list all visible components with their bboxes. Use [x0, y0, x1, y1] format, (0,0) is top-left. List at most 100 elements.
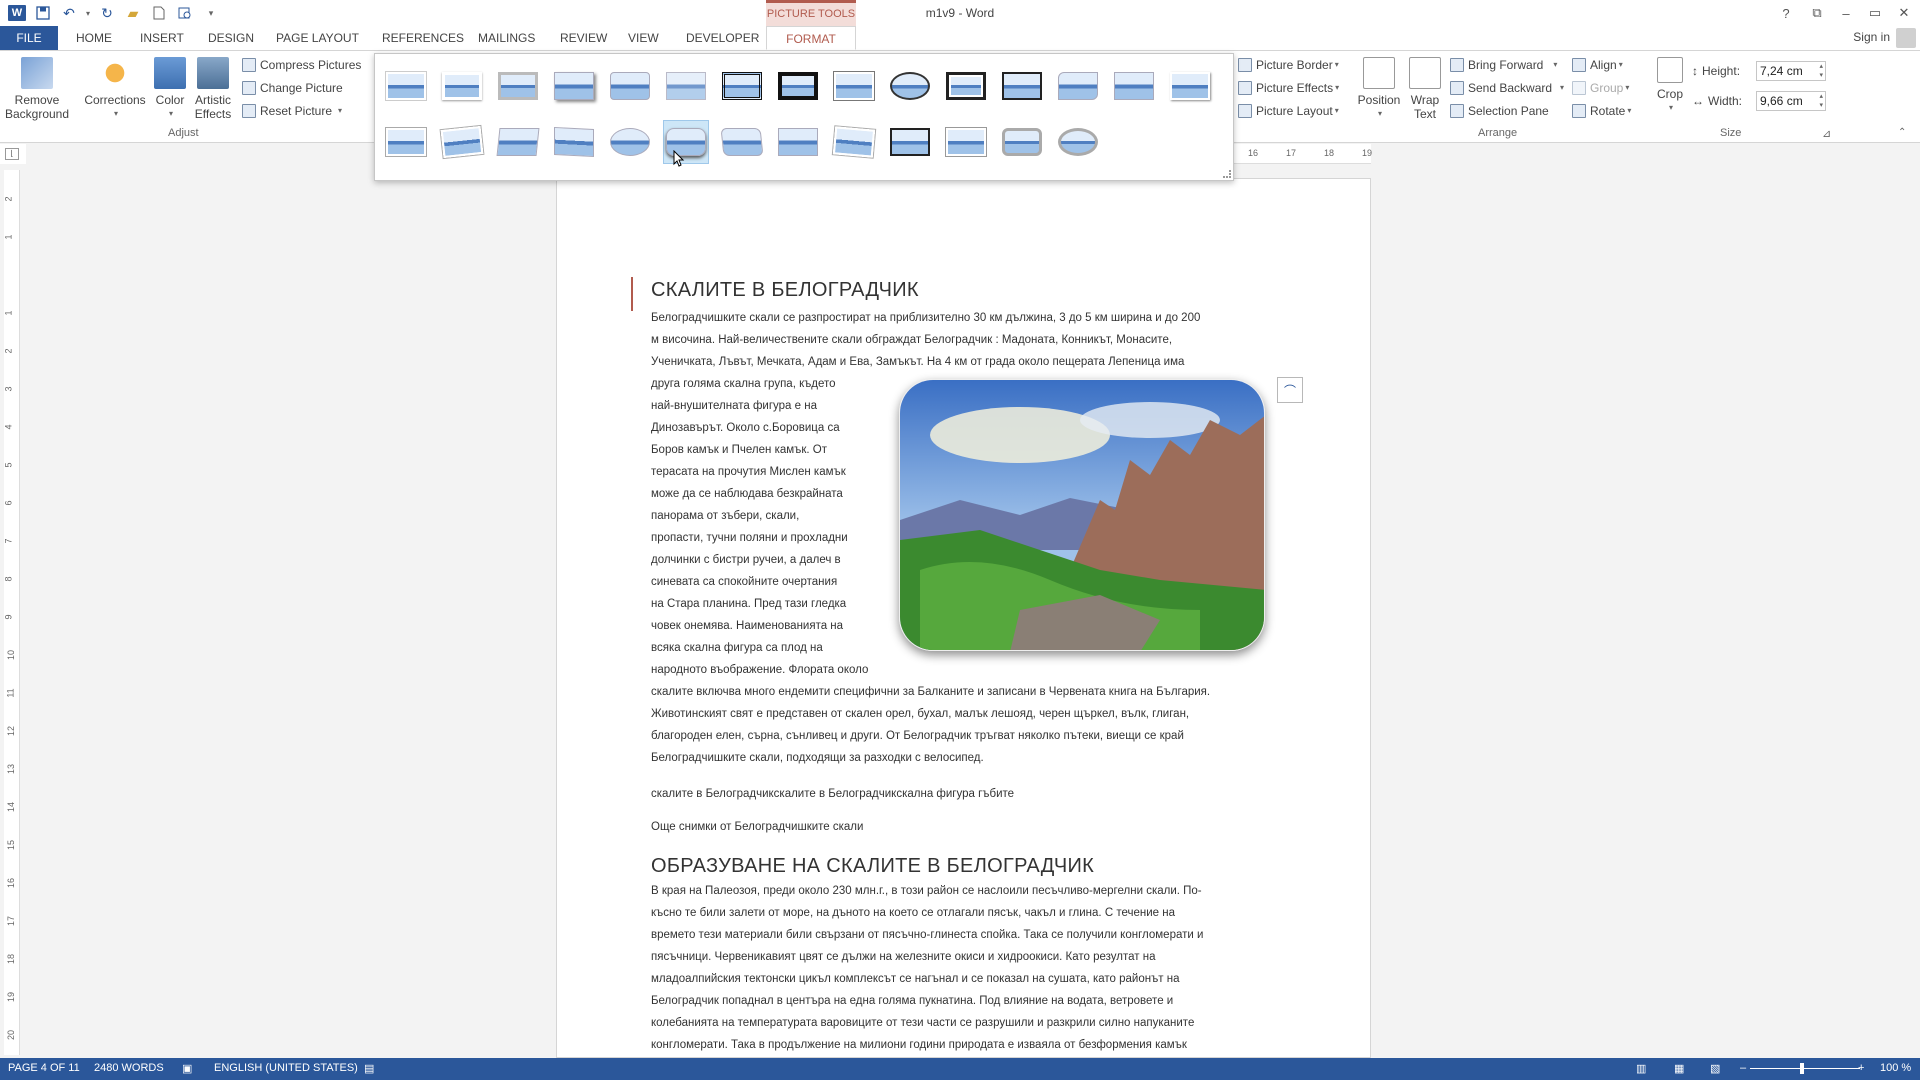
maximize-button[interactable]: ▭ [1861, 2, 1889, 24]
page-count[interactable]: PAGE 4 OF 11 [8, 1062, 80, 1074]
picture-style-reflected-bevel-white[interactable] [775, 120, 821, 164]
help-button[interactable]: ? [1772, 2, 1800, 24]
width-spinner[interactable]: ▴ ▾ [1819, 92, 1823, 110]
picture-style-metal-frame[interactable] [495, 64, 541, 108]
save-icon[interactable] [32, 3, 54, 23]
artistic-effects-button[interactable]: Artistic Effects [190, 57, 236, 121]
zoom-in-button[interactable]: + [1858, 1062, 1864, 1074]
picture-style-relaxed-perspective[interactable] [495, 120, 541, 164]
rotate-button[interactable]: Rotate ▾ [1572, 101, 1631, 121]
tab-insert[interactable]: INSERT [130, 26, 194, 50]
picture-style-perspective-right[interactable] [719, 120, 765, 164]
zoom-out-button[interactable]: – [1740, 1062, 1746, 1074]
picture-style-metal-oval[interactable] [1055, 120, 1101, 164]
height-spinner[interactable]: ▴ ▾ [1819, 62, 1823, 80]
print-preview-icon[interactable] [174, 3, 196, 23]
close-button[interactable]: ✕ [1890, 2, 1918, 24]
picture-border-button[interactable]: Picture Border ▾ [1238, 55, 1339, 75]
change-picture-button[interactable]: Change Picture [242, 78, 343, 98]
picture-style-bevel-rounded-rectangle[interactable] [663, 120, 709, 164]
width-input[interactable]: 9,66 cm ▴ ▾ [1756, 91, 1826, 111]
print-layout-icon[interactable]: ▦ [1674, 1062, 1684, 1075]
tab-format[interactable]: FORMAT [766, 26, 856, 50]
picture-style-soft-edge-oval[interactable] [607, 120, 653, 164]
picture-style-reflected-perspective[interactable] [943, 120, 989, 164]
minimize-button[interactable]: – [1832, 2, 1860, 24]
document-page[interactable]: СКАЛИТЕ В БЕЛОГРАДЧИК Белоградчишките ск… [556, 178, 1371, 1058]
tab-design[interactable]: DESIGN [198, 26, 264, 50]
reset-picture-button[interactable]: Reset Picture ▾ [242, 101, 342, 121]
picture-style-bevel-perspective-left[interactable] [551, 120, 597, 164]
language-indicator[interactable]: ENGLISH (UNITED STATES) [214, 1062, 358, 1074]
remove-background-button[interactable]: Remove Background [4, 57, 70, 121]
avatar[interactable] [1896, 28, 1916, 48]
picture-style-thick-matte-black[interactable] [775, 64, 821, 108]
open-icon[interactable]: ▰ [122, 3, 144, 23]
ribbon-display-options-button[interactable]: ⧉ [1803, 2, 1831, 24]
word-count[interactable]: 2480 WORDS [94, 1062, 164, 1074]
tab-references[interactable]: REFERENCES [372, 26, 474, 50]
bring-forward-button[interactable]: Bring Forward ▾ [1450, 55, 1557, 75]
tab-file[interactable]: FILE [0, 26, 58, 50]
picture-style-moderate-frame[interactable] [1167, 64, 1213, 108]
zoom-level[interactable]: 100 % [1880, 1062, 1911, 1074]
tab-review[interactable]: REVIEW [550, 26, 617, 50]
group-button[interactable]: Group ▾ [1572, 78, 1629, 98]
undo-dropdown-icon[interactable]: ▾ [84, 3, 92, 23]
web-layout-icon[interactable]: ▧ [1710, 1062, 1720, 1075]
picture-style-reflected-bevel-black[interactable] [887, 120, 933, 164]
picture-style-beveled-matte-white[interactable] [439, 64, 485, 108]
zoom-slider-thumb[interactable] [1800, 1063, 1804, 1074]
size-dialog-launcher-icon[interactable]: ⊿ [1822, 127, 1831, 140]
selection-pane-button[interactable]: Selection Pane [1450, 101, 1549, 121]
position-button[interactable]: Position ▾ [1356, 57, 1402, 121]
picture-style-soft-edge[interactable] [663, 64, 709, 108]
picture-style-drop-shadow-rectangle[interactable] [551, 64, 597, 108]
new-document-icon[interactable] [148, 3, 170, 23]
tab-view[interactable]: VIEW [618, 26, 669, 50]
layout-options-button[interactable]: ⌒ [1277, 377, 1303, 403]
send-backward-button[interactable]: Send Backward ▾ [1450, 78, 1564, 98]
height-input[interactable]: 7,24 cm ▴ ▾ [1756, 61, 1826, 81]
tab-selector-icon[interactable]: ⌊ [5, 148, 19, 160]
redo-icon[interactable]: ↻ [96, 3, 118, 23]
picture-style-reflected-rounded[interactable] [607, 64, 653, 108]
tab-home[interactable]: HOME [66, 26, 122, 50]
word-logo-icon[interactable]: W [6, 3, 28, 23]
vertical-ruler[interactable]: 2 1 1 2 3 4 5 6 7 8 9 10 11 12 13 14 15 … [4, 170, 20, 1055]
corrections-button[interactable]: Corrections ▾ [80, 57, 150, 121]
picture-style-oval[interactable] [887, 64, 933, 108]
heading-collapse-marker[interactable] [631, 277, 633, 311]
color-button[interactable]: Color ▾ [152, 57, 188, 121]
picture-style-compound-frame-black[interactable] [943, 64, 989, 108]
sign-in-link[interactable]: Sign in [1853, 30, 1890, 44]
picture-style-center-shadow[interactable] [999, 64, 1045, 108]
macro-recording-icon[interactable]: ▤ [364, 1062, 374, 1075]
picture-style-perspective-shadow[interactable] [383, 120, 429, 164]
tab-developer[interactable]: DEVELOPER [676, 26, 769, 50]
picture-style-rounded-diagonal[interactable] [1055, 64, 1101, 108]
selected-picture-belogradchik-rocks[interactable] [899, 379, 1265, 651]
wrap-text-button[interactable]: Wrap Text [1404, 57, 1446, 121]
picture-layout-button[interactable]: Picture Layout ▾ [1238, 101, 1339, 121]
proofing-icon[interactable]: ▣ [182, 1062, 192, 1075]
tab-page-layout[interactable]: PAGE LAYOUT [266, 26, 369, 50]
picture-style-double-frame-black[interactable] [719, 64, 765, 108]
zoom-slider-track[interactable] [1750, 1068, 1860, 1069]
picture-style-simple-frame-white[interactable] [383, 64, 429, 108]
undo-icon[interactable]: ↶ [58, 3, 80, 23]
picture-style-snip-diagonal[interactable] [1111, 64, 1157, 108]
crop-button[interactable]: Crop ▾ [1652, 57, 1688, 115]
picture-style-metal-rounded-rectangle[interactable] [999, 120, 1045, 164]
align-button[interactable]: Align ▾ [1572, 55, 1623, 75]
picture-style-simple-frame-black[interactable] [831, 64, 877, 108]
picture-style-rotated-white[interactable] [439, 120, 485, 164]
gallery-resize-grip[interactable] [1223, 170, 1231, 178]
picture-style-rotated-perspective[interactable] [831, 120, 877, 164]
customize-qat-icon[interactable]: ▾ [200, 3, 222, 23]
picture-effects-button[interactable]: Picture Effects ▾ [1238, 78, 1339, 98]
tab-mailings[interactable]: MAILINGS [468, 26, 545, 50]
collapse-ribbon-icon[interactable]: ⌃ [1898, 127, 1906, 138]
compress-pictures-button[interactable]: Compress Pictures [242, 55, 361, 75]
read-mode-icon[interactable]: ▥ [1636, 1062, 1646, 1075]
